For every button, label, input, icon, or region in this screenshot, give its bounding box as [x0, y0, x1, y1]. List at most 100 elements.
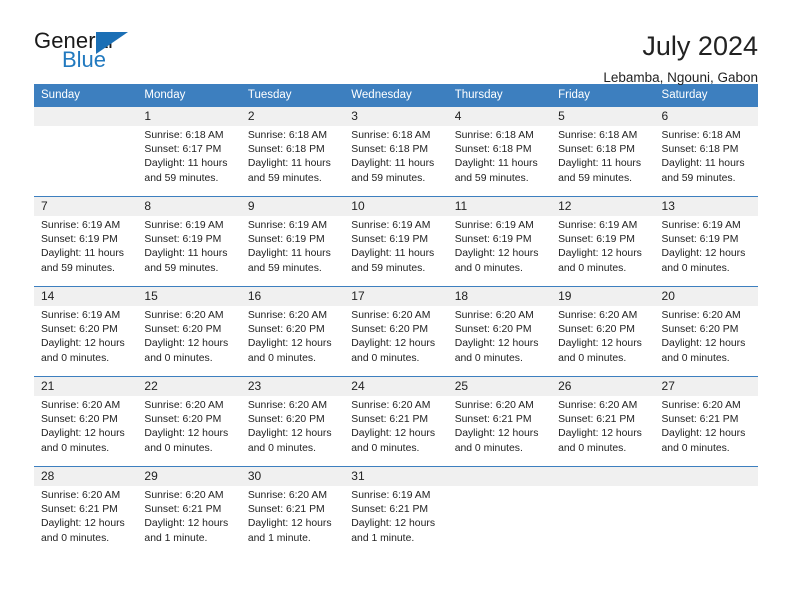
day-number: 5 [551, 107, 655, 126]
calendar-day-cell[interactable]: 25 Sunrise: 6:20 AM Sunset: 6:21 PM Dayligh… [447, 376, 552, 467]
daylight-text-line1: Daylight: 12 hours [41, 338, 125, 350]
sunrise-text: Sunrise: 6:19 AM [351, 490, 431, 501]
calendar-day-cell[interactable]: 16 Sunrise: 6:20 AM Sunset: 6:20 PM Dayligh… [240, 286, 345, 377]
calendar-day-cell[interactable]: 20 Sunrise: 6:20 AM Sunset: 6:20 PM Dayligh… [654, 286, 758, 377]
calendar-day-cell[interactable]: 5 Sunrise: 6:18 AM Sunset: 6:18 PM Daylight… [551, 106, 655, 197]
calendar-day-cell[interactable]: 3 Sunrise: 6:18 AM Sunset: 6:18 PM Daylight… [344, 106, 448, 197]
day-cell-inner: 20 Sunrise: 6:20 AM Sunset: 6:20 PM Dayligh… [654, 287, 758, 376]
day-number: 10 [344, 197, 448, 216]
day-cell-inner [654, 467, 758, 557]
calendar-day-cell[interactable]: 13 Sunrise: 6:19 AM Sunset: 6:19 PM Dayligh… [654, 196, 758, 287]
page-header: General Blue July 2024 Lebamba, Ngouni, … [0, 0, 792, 86]
day-number [447, 467, 552, 486]
day-sun-info: Sunrise: 6:18 AM Sunset: 6:17 PM Daylight:… [137, 126, 240, 186]
calendar-day-cell[interactable]: 19 Sunrise: 6:20 AM Sunset: 6:20 PM Dayligh… [551, 286, 655, 377]
calendar-day-cell[interactable]: 21 Sunrise: 6:20 AM Sunset: 6:20 PM Dayligh… [34, 376, 138, 467]
sunrise-text: Sunrise: 6:18 AM [558, 130, 638, 141]
calendar-day-cell[interactable]: 14 Sunrise: 6:19 AM Sunset: 6:20 PM Dayligh… [34, 286, 138, 377]
day-number: 18 [447, 287, 552, 306]
calendar-day-cell[interactable]: 23 Sunrise: 6:20 AM Sunset: 6:20 PM Dayligh… [240, 376, 345, 467]
calendar-day-cell[interactable]: 2 Sunrise: 6:18 AM Sunset: 6:18 PM Daylight… [240, 106, 345, 197]
day-number: 9 [240, 197, 345, 216]
calendar-day-cell[interactable]: 31 Sunrise: 6:19 AM Sunset: 6:21 PM Dayligh… [344, 466, 448, 557]
calendar-day-cell[interactable]: 27 Sunrise: 6:20 AM Sunset: 6:21 PM Dayligh… [654, 376, 758, 467]
sunrise-text: Sunrise: 6:19 AM [558, 220, 638, 231]
day-sun-info: Sunrise: 6:19 AM Sunset: 6:19 PM Daylight:… [137, 216, 240, 276]
daylight-text-line2: and 59 minutes. [144, 172, 219, 184]
sunrise-text: Sunrise: 6:18 AM [247, 130, 327, 141]
daylight-text-line1: Daylight: 12 hours [454, 428, 539, 440]
day-cell-inner: 3 Sunrise: 6:18 AM Sunset: 6:18 PM Daylight… [344, 107, 448, 196]
calendar-day-cell[interactable]: 11 Sunrise: 6:19 AM Sunset: 6:19 PM Dayligh… [447, 196, 552, 287]
calendar-week-row: 14 Sunrise: 6:19 AM Sunset: 6:20 PM Dayligh… [34, 286, 758, 377]
daylight-text-line1: Daylight: 12 hours [41, 518, 125, 530]
calendar-day-cell[interactable]: 18 Sunrise: 6:20 AM Sunset: 6:20 PM Dayligh… [447, 286, 552, 377]
calendar-day-cell[interactable]: 8 Sunrise: 6:19 AM Sunset: 6:19 PM Daylight… [137, 196, 241, 287]
day-cell-inner: 9 Sunrise: 6:19 AM Sunset: 6:19 PM Daylight… [240, 197, 345, 286]
day-cell-inner: 11 Sunrise: 6:19 AM Sunset: 6:19 PM Dayligh… [447, 197, 552, 286]
calendar-day-cell-empty [447, 466, 552, 557]
day-sun-info: Sunrise: 6:19 AM Sunset: 6:19 PM Daylight:… [655, 216, 758, 276]
daylight-text-line1: Daylight: 12 hours [247, 518, 332, 530]
calendar-day-cell[interactable]: 15 Sunrise: 6:20 AM Sunset: 6:20 PM Dayligh… [137, 286, 241, 377]
daylight-text-line2: and 0 minutes. [661, 352, 730, 364]
daylight-text-line1: Daylight: 12 hours [454, 338, 539, 350]
day-sun-info: Sunrise: 6:19 AM Sunset: 6:19 PM Daylight:… [551, 216, 654, 276]
day-cell-inner: 8 Sunrise: 6:19 AM Sunset: 6:19 PM Daylight… [137, 197, 241, 286]
day-number: 21 [34, 377, 138, 396]
weekday-header-friday: Friday [551, 84, 655, 107]
calendar-day-cell[interactable]: 26 Sunrise: 6:20 AM Sunset: 6:21 PM Dayligh… [551, 376, 655, 467]
daylight-text-line1: Daylight: 12 hours [144, 428, 229, 440]
day-number: 12 [551, 197, 655, 216]
calendar-day-cell[interactable]: 12 Sunrise: 6:19 AM Sunset: 6:19 PM Dayligh… [551, 196, 655, 287]
weekday-header-wednesday: Wednesday [344, 84, 448, 107]
day-number: 3 [344, 107, 448, 126]
daylight-text-line2: and 59 minutes. [351, 172, 426, 184]
sunrise-text: Sunrise: 6:20 AM [661, 310, 741, 321]
sunrise-text: Sunrise: 6:20 AM [247, 490, 327, 501]
sunset-text: Sunset: 6:21 PM [351, 504, 429, 516]
daylight-text-line2: and 59 minutes. [247, 262, 322, 274]
day-sun-info: Sunrise: 6:20 AM Sunset: 6:21 PM Daylight:… [655, 396, 758, 456]
calendar-day-cell[interactable]: 1 Sunrise: 6:18 AM Sunset: 6:17 PM Daylight… [137, 106, 241, 197]
day-sun-info: Sunrise: 6:19 AM Sunset: 6:21 PM Daylight:… [344, 486, 447, 546]
day-sun-info: Sunrise: 6:20 AM Sunset: 6:21 PM Daylight:… [448, 396, 551, 456]
page-title: July 2024 [642, 31, 758, 61]
calendar-day-cell[interactable]: 4 Sunrise: 6:18 AM Sunset: 6:18 PM Daylight… [447, 106, 552, 197]
sunrise-text: Sunrise: 6:18 AM [351, 130, 431, 141]
daylight-text-line1: Daylight: 11 hours [351, 158, 435, 170]
sunset-text: Sunset: 6:18 PM [558, 144, 635, 156]
daylight-text-line1: Daylight: 12 hours [247, 338, 332, 350]
calendar-day-cell[interactable]: 29 Sunrise: 6:20 AM Sunset: 6:21 PM Dayligh… [137, 466, 241, 557]
daylight-text-line1: Daylight: 12 hours [558, 338, 642, 350]
calendar-day-cell[interactable]: 7 Sunrise: 6:19 AM Sunset: 6:19 PM Daylight… [34, 196, 138, 287]
calendar-day-cell[interactable]: 9 Sunrise: 6:19 AM Sunset: 6:19 PM Daylight… [240, 196, 345, 287]
daylight-text-line1: Daylight: 11 hours [247, 248, 331, 260]
title-block: July 2024 Lebamba, Ngouni, Gabon [603, 30, 758, 86]
day-number: 16 [240, 287, 345, 306]
calendar-day-cell-empty [34, 106, 138, 197]
calendar-day-cell[interactable]: 6 Sunrise: 6:18 AM Sunset: 6:18 PM Daylight… [654, 106, 758, 197]
calendar-day-cell[interactable]: 30 Sunrise: 6:20 AM Sunset: 6:21 PM Dayligh… [240, 466, 345, 557]
day-cell-inner: 5 Sunrise: 6:18 AM Sunset: 6:18 PM Daylight… [551, 107, 655, 196]
daylight-text-line2: and 59 minutes. [558, 172, 633, 184]
day-sun-info: Sunrise: 6:20 AM Sunset: 6:20 PM Daylight:… [551, 306, 654, 366]
daylight-text-line2: and 1 minute. [144, 532, 208, 544]
sunrise-text: Sunrise: 6:20 AM [661, 400, 741, 411]
calendar-day-cell[interactable]: 22 Sunrise: 6:20 AM Sunset: 6:20 PM Dayligh… [137, 376, 241, 467]
general-blue-logo[interactable]: General Blue [34, 30, 144, 76]
day-sun-info: Sunrise: 6:20 AM Sunset: 6:20 PM Daylight:… [241, 396, 344, 456]
calendar-day-cell[interactable]: 28 Sunrise: 6:20 AM Sunset: 6:21 PM Dayligh… [34, 466, 138, 557]
calendar-day-cell[interactable]: 10 Sunrise: 6:19 AM Sunset: 6:19 PM Dayligh… [344, 196, 448, 287]
daylight-text-line1: Daylight: 12 hours [454, 248, 539, 260]
sunrise-text: Sunrise: 6:18 AM [454, 130, 534, 141]
day-sun-info: Sunrise: 6:18 AM Sunset: 6:18 PM Daylight:… [551, 126, 654, 186]
sunrise-text: Sunrise: 6:20 AM [41, 400, 121, 411]
calendar-day-cell[interactable]: 17 Sunrise: 6:20 AM Sunset: 6:20 PM Dayligh… [344, 286, 448, 377]
sunset-text: Sunset: 6:19 PM [144, 234, 222, 246]
daylight-text-line1: Daylight: 12 hours [661, 338, 746, 350]
day-cell-inner [34, 107, 138, 196]
day-cell-inner: 14 Sunrise: 6:19 AM Sunset: 6:20 PM Dayligh… [34, 287, 138, 376]
calendar-day-cell[interactable]: 24 Sunrise: 6:20 AM Sunset: 6:21 PM Dayligh… [344, 376, 448, 467]
day-sun-info: Sunrise: 6:20 AM Sunset: 6:21 PM Daylight:… [241, 486, 344, 546]
